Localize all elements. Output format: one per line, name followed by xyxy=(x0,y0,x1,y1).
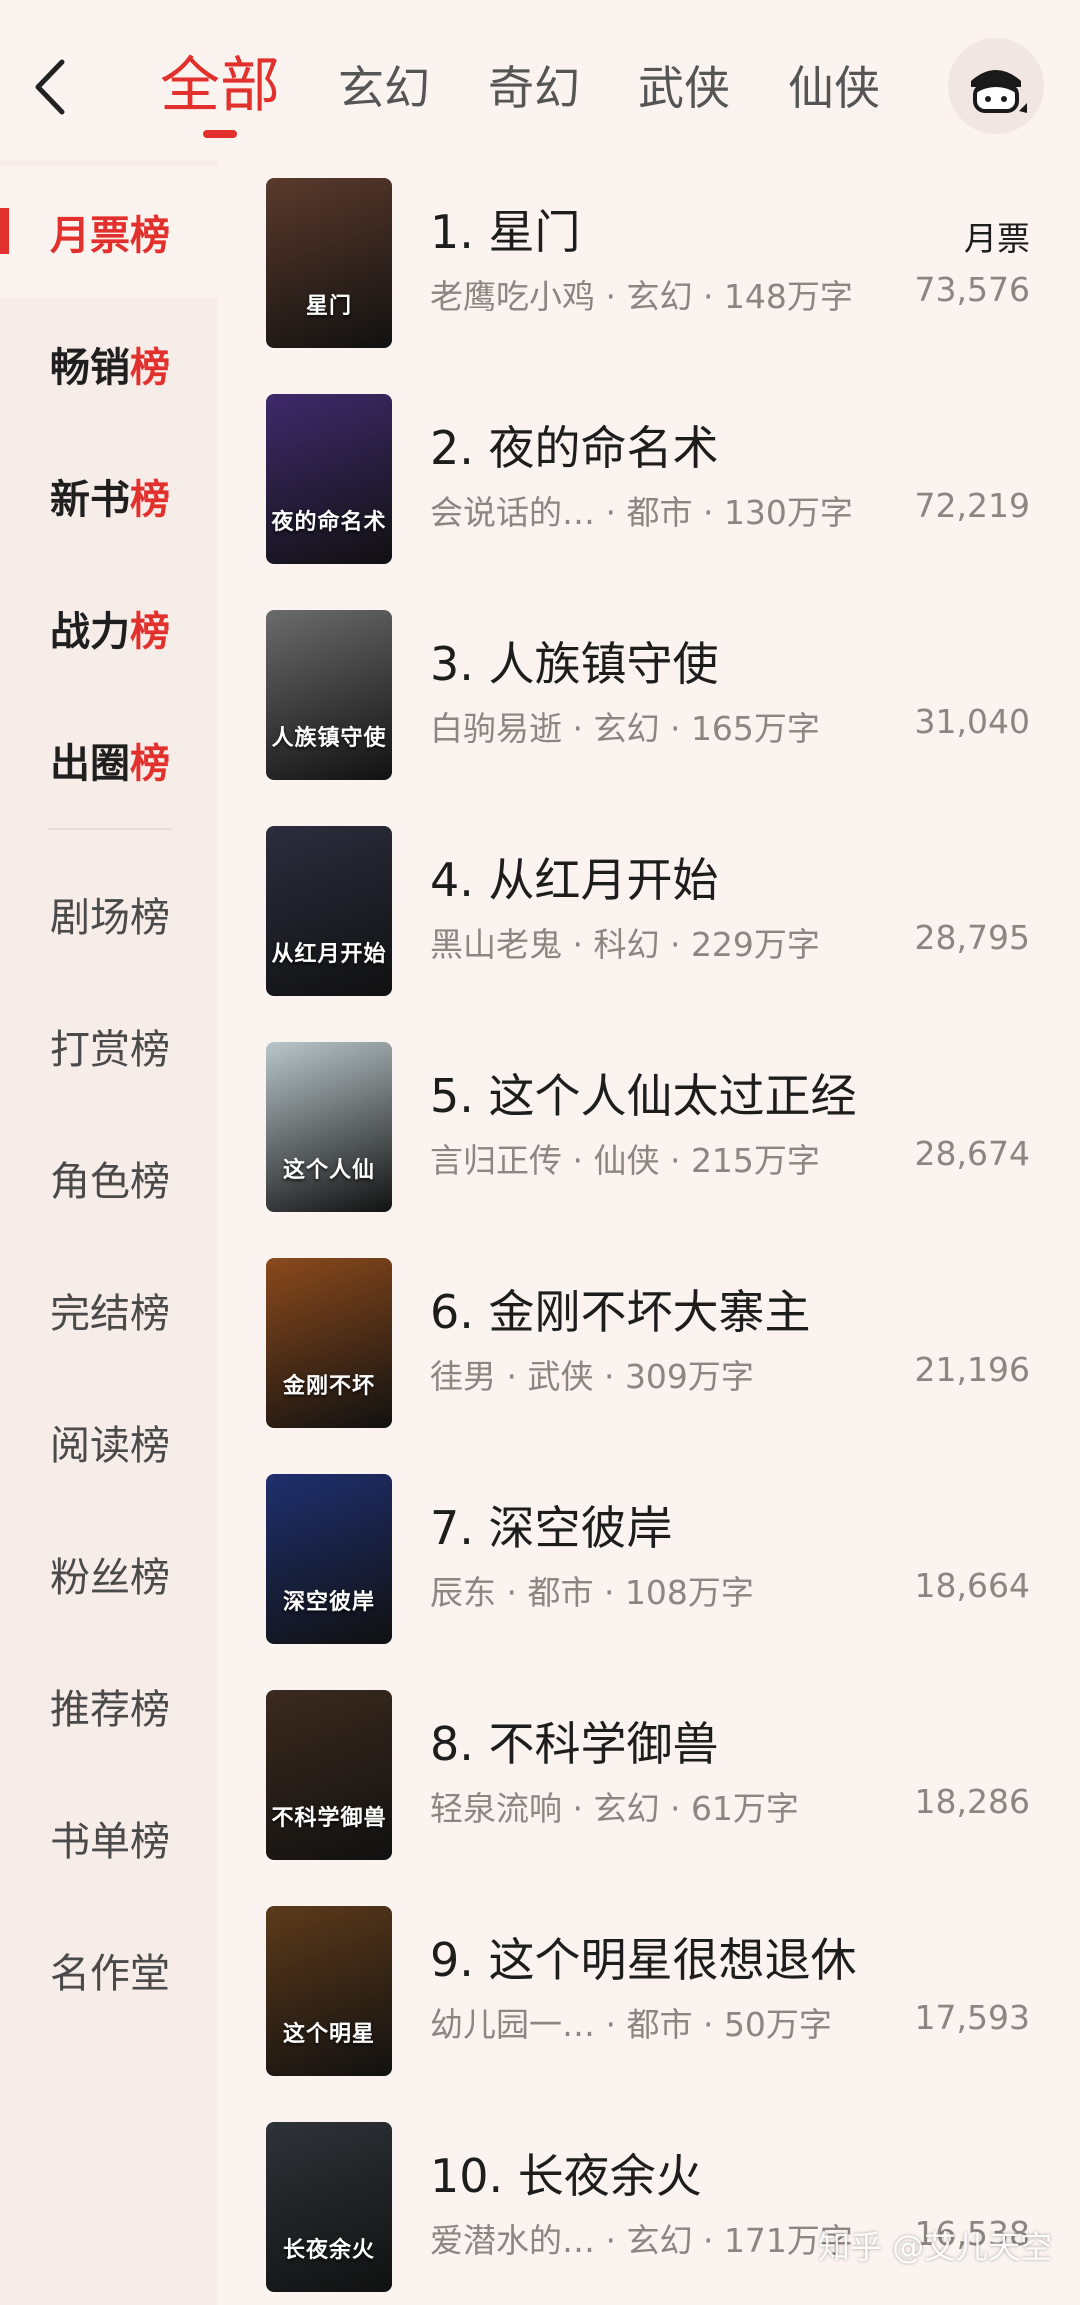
book-cover-text: 长夜余火 xyxy=(282,2238,375,2263)
metric-label: 月票 xyxy=(964,219,1030,258)
book-cover-text: 从红月开始 xyxy=(271,942,387,967)
book-meta: 爱潜水的… · 玄幻 · 171万字 xyxy=(430,2221,853,2260)
book-cover-image[interactable]: 人族镇守使 xyxy=(266,610,392,780)
monthly-ticket-count: 73,576 xyxy=(914,270,1030,309)
monthly-ticket-count: 18,664 xyxy=(914,1566,1030,1605)
avatar-icon xyxy=(971,70,1027,113)
book-row[interactable]: 人族镇守使 3. 人族镇守使白驹易逝 · 玄幻 · 165万字 31,040 xyxy=(218,592,1080,808)
sidebar-item-fensi[interactable]: 粉丝榜 xyxy=(0,1508,218,1640)
book-meta: 老鹰吃小鸡 · 玄幻 · 148万字 xyxy=(430,277,853,316)
book-meta: 幼儿园一… · 都市 · 50万字 xyxy=(430,2005,832,2044)
avatar-button[interactable] xyxy=(948,38,1044,134)
sidebar-item-label: 畅销 xyxy=(50,345,130,391)
book-row[interactable]: 星门 1. 星门老鹰吃小鸡 · 玄幻 · 148万字 73,576 xyxy=(218,160,1080,376)
sidebar-item-changxiao[interactable]: 畅销榜 xyxy=(0,298,218,430)
book-meta: 会说话的… · 都市 · 130万字 xyxy=(430,493,853,532)
top-nav-bar: 全部 玄幻 奇幻 武侠 仙侠 xyxy=(0,0,1080,160)
monthly-ticket-count: 18,286 xyxy=(914,1782,1030,1821)
sidebar-item-label: 月票 xyxy=(50,213,130,259)
book-meta: 徍男 · 武侠 · 309万字 xyxy=(430,1357,754,1396)
chevron-left-icon xyxy=(35,59,65,115)
book-meta: 辰东 · 都市 · 108万字 xyxy=(430,1573,754,1612)
monthly-ticket-count: 28,795 xyxy=(914,918,1030,957)
sidebar-item-label: 战力 xyxy=(50,609,130,655)
sidebar-item-suffix: 榜 xyxy=(130,345,170,391)
back-button[interactable] xyxy=(28,52,72,122)
ranking-sidebar: 月票榜 畅销榜 新书榜 战力榜 出圈榜 剧场榜 打赏榜 角色榜 完结榜 阅读榜 … xyxy=(0,160,218,2305)
book-row[interactable]: 不科学御兽 8. 不科学御兽轻泉流响 · 玄幻 · 61万字 18,286 xyxy=(218,1672,1080,1888)
book-cover-text: 这个人仙 xyxy=(282,1158,375,1183)
book-title[interactable]: 1. 星门 xyxy=(430,196,581,262)
monthly-ticket-count: 31,040 xyxy=(914,702,1030,741)
monthly-ticket-count: 17,593 xyxy=(914,1998,1030,2037)
book-cover-image[interactable]: 这个明星 xyxy=(266,1906,392,2076)
sidebar-item-juchang[interactable]: 剧场榜 xyxy=(0,848,218,980)
book-cover-image[interactable]: 深空彼岸 xyxy=(266,1474,392,1644)
sidebar-item-yuedu[interactable]: 阅读榜 xyxy=(0,1376,218,1508)
monthly-ticket-count: 72,219 xyxy=(914,486,1030,525)
book-row[interactable]: 金刚不坏 6. 金刚不坏大寨主徍男 · 武侠 · 309万字 21,196 xyxy=(218,1240,1080,1456)
monthly-ticket-count: 21,196 xyxy=(914,1350,1030,1389)
book-meta: 黑山老鬼 · 科幻 · 229万字 xyxy=(430,925,820,964)
book-row[interactable]: 夜的命名术 2. 夜的命名术会说话的… · 都市 · 130万字 72,219 xyxy=(218,376,1080,592)
sidebar-item-shudan[interactable]: 书单榜 xyxy=(0,1772,218,1904)
book-cover-text: 不科学御兽 xyxy=(271,1806,387,1831)
tab-qihuan[interactable]: 奇幻 xyxy=(488,48,580,128)
sidebar-item-wanjie[interactable]: 完结榜 xyxy=(0,1244,218,1376)
sidebar-item-xinshu[interactable]: 新书榜 xyxy=(0,430,218,562)
tab-all[interactable]: 全部 xyxy=(160,48,280,124)
book-cover-image[interactable]: 长夜余火 xyxy=(266,2122,392,2292)
book-cover-text: 夜的命名术 xyxy=(271,510,387,535)
book-cover-text: 深空彼岸 xyxy=(282,1590,375,1615)
sidebar-item-label: 新书 xyxy=(50,477,130,523)
sidebar-item-mingzuo[interactable]: 名作堂 xyxy=(0,1904,218,2036)
sidebar-item-suffix: 榜 xyxy=(130,477,170,523)
book-cover-text: 人族镇守使 xyxy=(271,726,387,751)
book-row[interactable]: 这个人仙 5. 这个人仙太过正经言归正传 · 仙侠 · 215万字 28,674 xyxy=(218,1024,1080,1240)
tab-xuanhuan[interactable]: 玄幻 xyxy=(338,48,430,128)
book-cover-image[interactable]: 这个人仙 xyxy=(266,1042,392,1212)
book-meta: 轻泉流响 · 玄幻 · 61万字 xyxy=(430,1789,799,1828)
book-cover-text: 这个明星 xyxy=(282,2022,375,2047)
book-row[interactable]: 从红月开始 4. 从红月开始黑山老鬼 · 科幻 · 229万字 28,795 xyxy=(218,808,1080,1024)
book-cover-text: 金刚不坏 xyxy=(282,1374,375,1399)
book-cover-image[interactable]: 从红月开始 xyxy=(266,826,392,996)
sidebar-item-zhanli[interactable]: 战力榜 xyxy=(0,562,218,694)
sidebar-item-suffix: 榜 xyxy=(130,741,170,787)
monthly-ticket-count: 28,674 xyxy=(914,1134,1030,1173)
book-cover-image[interactable]: 夜的命名术 xyxy=(266,394,392,564)
book-title[interactable]: 10. 长夜余火 xyxy=(430,2140,702,2206)
book-title[interactable]: 8. 不科学御兽 xyxy=(430,1708,719,1774)
book-title[interactable]: 4. 从红月开始 xyxy=(430,844,719,910)
book-title[interactable]: 6. 金刚不坏大寨主 xyxy=(430,1276,811,1342)
book-title[interactable]: 7. 深空彼岸 xyxy=(430,1492,673,1558)
sidebar-item-suffix: 榜 xyxy=(130,609,170,655)
book-meta: 白驹易逝 · 玄幻 · 165万字 xyxy=(430,709,820,748)
sidebar-item-suffix: 榜 xyxy=(130,213,170,259)
sidebar-item-tuijian[interactable]: 推荐榜 xyxy=(0,1640,218,1772)
sidebar-item-chuquan[interactable]: 出圈榜 xyxy=(0,694,218,826)
sidebar-item-dashang[interactable]: 打赏榜 xyxy=(0,980,218,1112)
category-tabs: 全部 玄幻 奇幻 武侠 仙侠 xyxy=(160,48,938,128)
book-title[interactable]: 5. 这个人仙太过正经 xyxy=(430,1060,857,1126)
book-title[interactable]: 9. 这个明星很想退休 xyxy=(430,1924,857,1990)
sidebar-item-juese[interactable]: 角色榜 xyxy=(0,1112,218,1244)
sidebar-item-label: 出圈 xyxy=(50,741,130,787)
sidebar-divider xyxy=(48,828,172,830)
book-cover-image[interactable]: 金刚不坏 xyxy=(266,1258,392,1428)
book-cover-text: 星门 xyxy=(305,294,352,319)
sidebar-item-yuepiao[interactable]: 月票榜 xyxy=(0,166,218,298)
book-row[interactable]: 深空彼岸 7. 深空彼岸辰东 · 都市 · 108万字 18,664 xyxy=(218,1456,1080,1672)
book-title[interactable]: 3. 人族镇守使 xyxy=(430,628,719,694)
book-cover-image[interactable]: 不科学御兽 xyxy=(266,1690,392,1860)
book-row[interactable]: 长夜余火 10. 长夜余火 爱潜水的… · 玄幻 · 171万字 16,538 xyxy=(218,2104,1080,2305)
book-title[interactable]: 2. 夜的命名术 xyxy=(430,412,719,478)
watermark: 知乎 @艾儿天空 xyxy=(818,2228,1053,2266)
book-meta: 言归正传 · 仙侠 · 215万字 xyxy=(430,1141,820,1180)
book-row[interactable]: 这个明星 9. 这个明星很想退休幼儿园一… · 都市 · 50万字 17,593 xyxy=(218,1888,1080,2104)
tab-xianxia[interactable]: 仙侠 xyxy=(788,48,880,128)
book-cover-image[interactable]: 星门 xyxy=(266,178,392,348)
tab-wuxia[interactable]: 武侠 xyxy=(638,48,730,128)
